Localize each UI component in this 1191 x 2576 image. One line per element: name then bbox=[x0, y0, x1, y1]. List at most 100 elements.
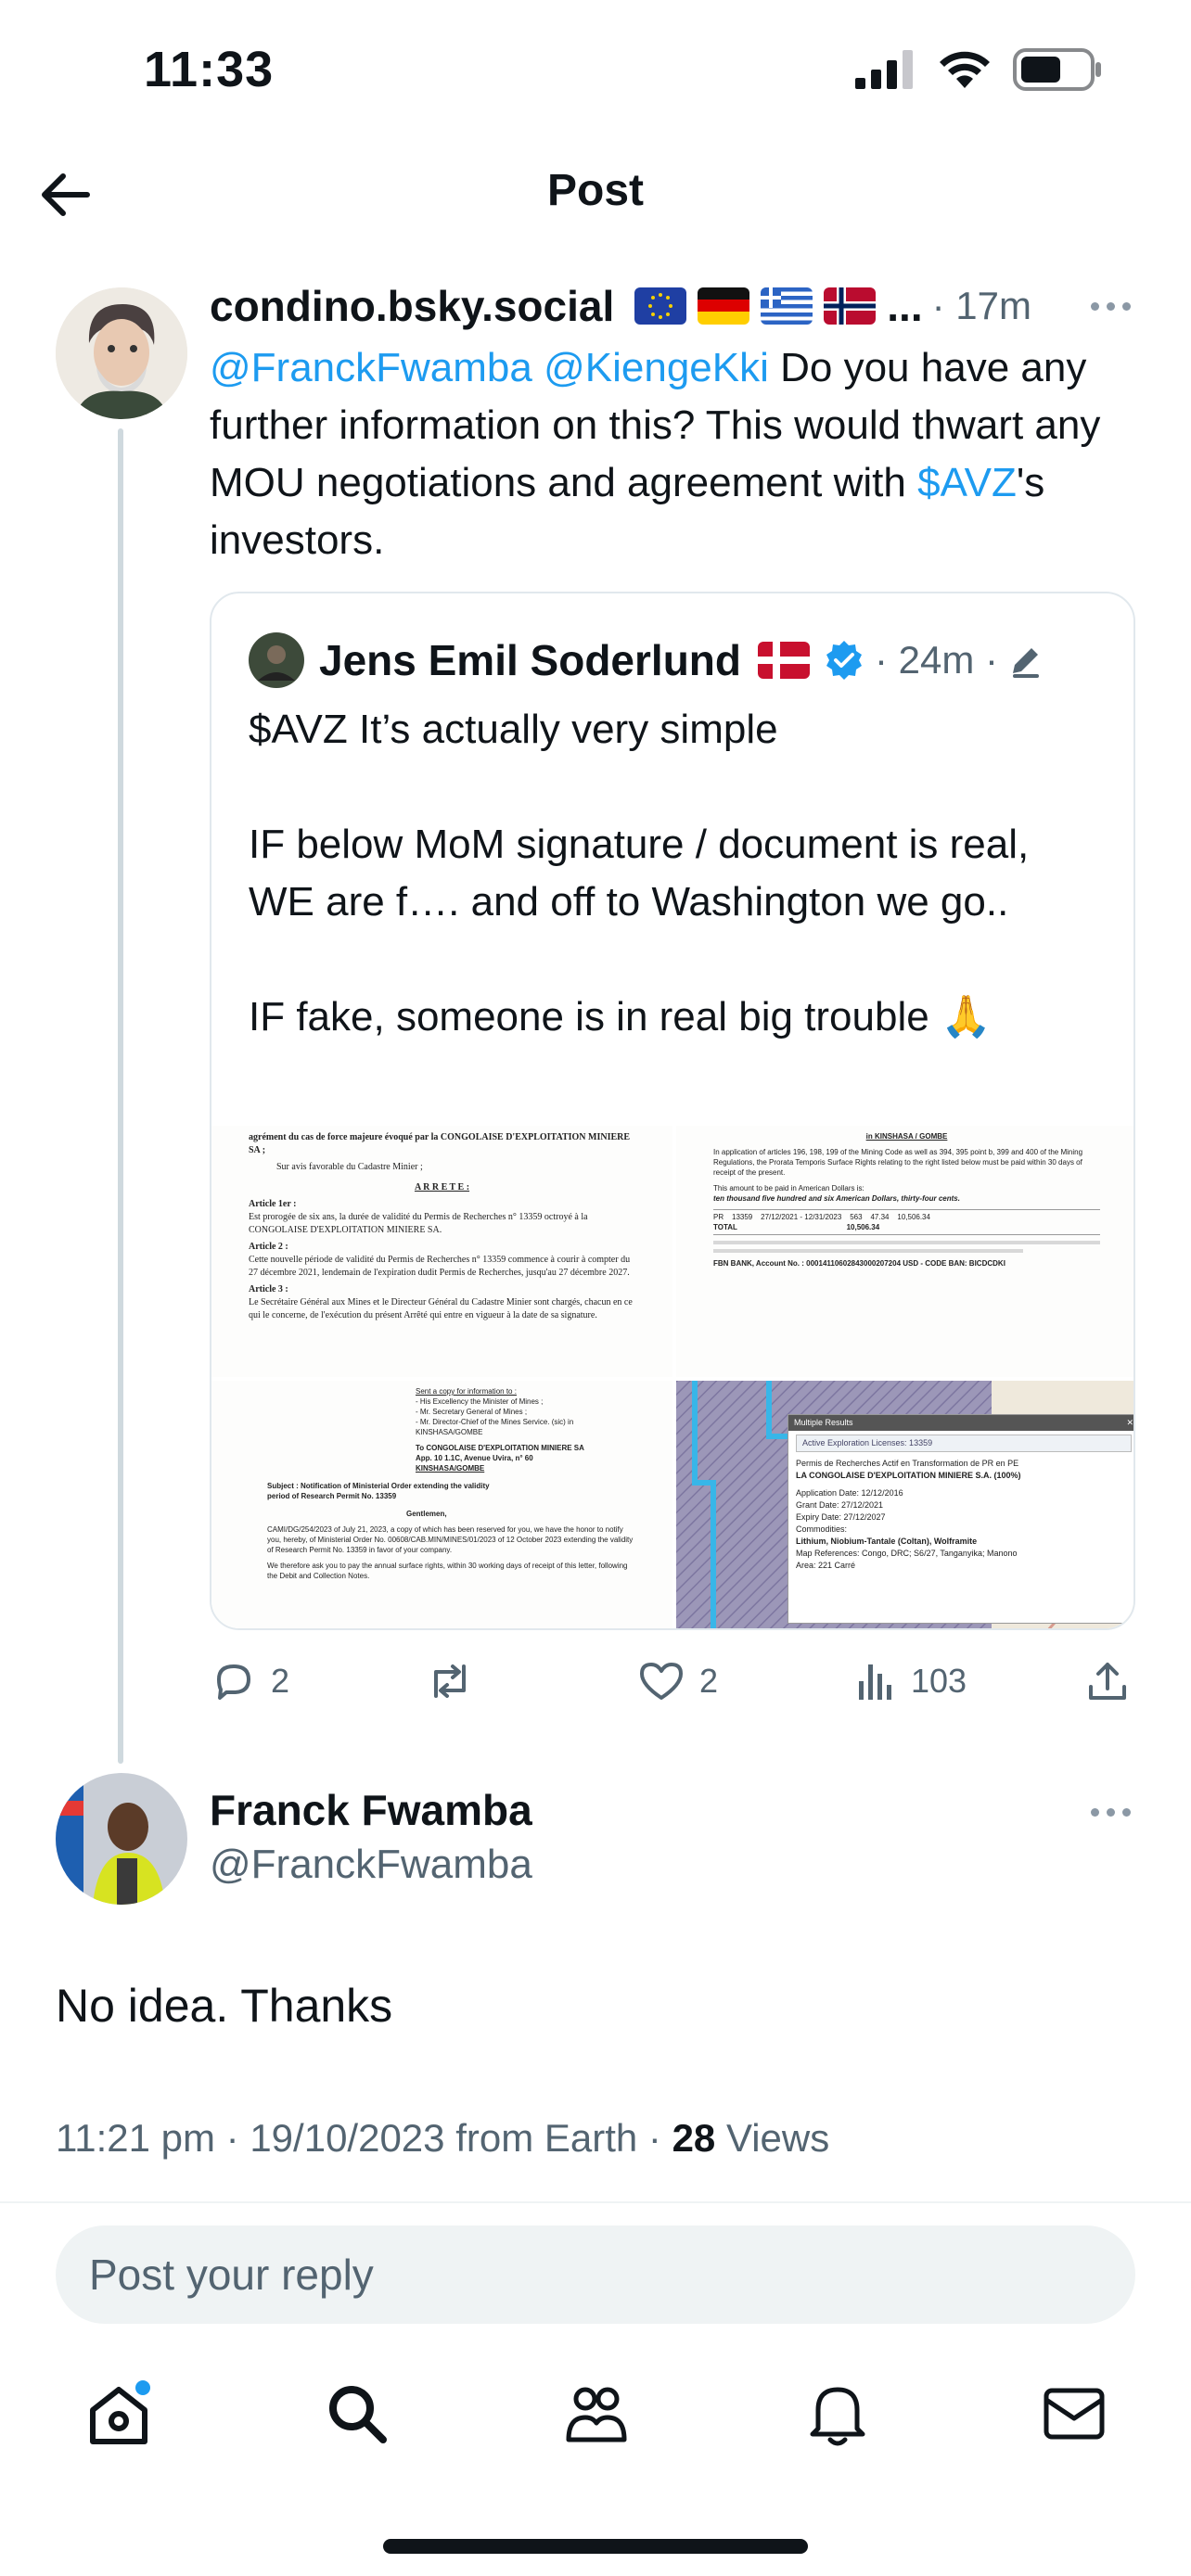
document-image[interactable]: agrément du cas de force majeure évoqué … bbox=[211, 1126, 672, 1377]
map-popup: Multiple Results ✕ Active Exploration Li… bbox=[788, 1414, 1133, 1624]
like-button[interactable]: 2 bbox=[638, 1649, 718, 1714]
media-grid: agrément du cas de force majeure évoqué … bbox=[211, 1126, 1133, 1628]
denmark-flag-icon bbox=[758, 642, 810, 679]
reply-author-name[interactable]: Franck Fwamba bbox=[210, 1785, 532, 1835]
views-number: 28 bbox=[672, 2116, 716, 2160]
share-button[interactable] bbox=[1085, 1649, 1130, 1714]
popup-line: Lithium, Niobium-Tantale (Coltan), Wolfr… bbox=[796, 1537, 978, 1546]
tab-communities[interactable] bbox=[545, 2363, 647, 2465]
thread-line bbox=[118, 428, 123, 1764]
reply-count: 2 bbox=[271, 1662, 290, 1700]
signal-icon bbox=[855, 50, 913, 89]
search-icon bbox=[329, 2386, 387, 2443]
flags-ellipsis: ... bbox=[887, 282, 923, 330]
views-button[interactable]: 103 bbox=[855, 1649, 967, 1714]
doc-line: Sent a copy for information to : bbox=[416, 1387, 517, 1396]
doc-line: Sur avis favorable du Cadastre Minier ; bbox=[276, 1162, 423, 1172]
document-image[interactable]: in KINSHASA / GOMBE In application of ar… bbox=[676, 1126, 1133, 1377]
quote-avatar bbox=[249, 632, 304, 688]
views-icon bbox=[859, 1664, 891, 1700]
mention-link[interactable]: @KiengeKki bbox=[544, 345, 769, 390]
cashtag-link[interactable]: $AVZ bbox=[917, 460, 1017, 505]
reply-text: No idea. Thanks bbox=[56, 1980, 393, 2032]
mention-link[interactable]: @FranckFwamba bbox=[210, 345, 532, 390]
quote-text: $AVZ It’s actually very simple IF below … bbox=[249, 701, 1102, 1046]
doc-line: We therefore ask you to pay the annual s… bbox=[267, 1562, 628, 1580]
more-options-button[interactable] bbox=[1091, 302, 1131, 311]
doc-line: CAMI/DG/254/2023 of July 21, 2023, a cop… bbox=[267, 1525, 634, 1554]
popup-line: Map References: Congo, DRC; S6/27, Tanga… bbox=[796, 1549, 1018, 1558]
repost-icon bbox=[434, 1664, 466, 1698]
doc-line: - His Excellency the Minister of Mines ; bbox=[416, 1397, 544, 1406]
reply-input[interactable] bbox=[89, 2250, 1109, 2300]
license-field: Active Exploration Licenses: 13359 bbox=[796, 1435, 1132, 1452]
tab-search[interactable] bbox=[306, 2363, 408, 2465]
germany-flag-icon bbox=[698, 287, 750, 325]
popup-line: Application Date: 12/12/2016 bbox=[796, 1488, 903, 1498]
verified-icon bbox=[826, 641, 862, 680]
tab-notifications[interactable] bbox=[787, 2363, 889, 2465]
battery-icon bbox=[1013, 48, 1101, 91]
flags bbox=[634, 287, 877, 325]
like-icon bbox=[640, 1663, 683, 1700]
notifications-icon bbox=[810, 2387, 865, 2446]
eu-flag-icon bbox=[634, 287, 687, 325]
post-meta: 11:21 pm · 19/10/2023 from Earth · 28 Vi… bbox=[56, 2116, 829, 2161]
avatar[interactable] bbox=[56, 1773, 187, 1905]
quote-header: Jens Emil Soderlund · 24m · bbox=[249, 631, 1083, 690]
header: Post bbox=[0, 139, 1191, 246]
document-image[interactable]: Sent a copy for information to : - His E… bbox=[211, 1381, 672, 1628]
doc-line: App. 10 1.1C, Avenue Uvira, n° 60 bbox=[416, 1454, 533, 1462]
doc-line: Subject : Notification of Ministerial Or… bbox=[267, 1482, 490, 1500]
popup-line: Expiry Date: 27/12/2027 bbox=[796, 1512, 886, 1522]
page-title: Post bbox=[546, 166, 644, 215]
more-options-button[interactable] bbox=[1091, 1808, 1131, 1817]
tweet-text: @FranckFwamba @KiengeKki Do you have any… bbox=[210, 339, 1137, 569]
status-time: 11:33 bbox=[144, 42, 275, 97]
doc-line: Cette nouvelle période de validité du Pe… bbox=[249, 1255, 631, 1278]
divider bbox=[0, 2201, 1191, 2203]
repost-button[interactable] bbox=[425, 1649, 475, 1714]
views-label: Views bbox=[715, 2116, 830, 2160]
reply-author-handle[interactable]: @FranckFwamba bbox=[210, 1842, 532, 1888]
tab-messages[interactable] bbox=[1023, 2363, 1125, 2465]
quote-time: · 24m · bbox=[875, 638, 999, 682]
avatar[interactable] bbox=[56, 287, 187, 419]
popup-line: Commodities: bbox=[796, 1524, 848, 1534]
post-timestamp: 11:21 pm · 19/10/2023 from Earth · bbox=[56, 2116, 672, 2160]
greece-flag-icon bbox=[761, 287, 813, 325]
reply-composer[interactable] bbox=[56, 2225, 1135, 2324]
home-indicator bbox=[383, 2539, 808, 2554]
doc-line: Est prorogée de six ans, la durée de val… bbox=[249, 1212, 588, 1235]
norway-flag-icon bbox=[824, 287, 877, 325]
doc-line: To CONGOLAISE D'EXPLOITATION MINIERE SA bbox=[416, 1444, 584, 1452]
doc-line: ten thousand five hundred and six Americ… bbox=[713, 1194, 960, 1203]
reply-icon bbox=[217, 1664, 250, 1700]
doc-line: Gentlemen, bbox=[406, 1510, 447, 1518]
doc-line: Le Secrétaire Général aux Mines et le Di… bbox=[249, 1297, 633, 1320]
doc-table-total: TOTAL 10,506.34 bbox=[713, 1223, 880, 1231]
quote-paragraph: IF below MoM signature / document is rea… bbox=[249, 822, 1030, 925]
popup-line: LA CONGOLAISE D'EXPLOITATION MINIERE S.A… bbox=[796, 1471, 1021, 1480]
home-icon bbox=[90, 2380, 150, 2444]
author-handle[interactable]: condino.bsky.social bbox=[210, 281, 614, 331]
doc-article: Article 3 : bbox=[249, 1284, 288, 1294]
popup-title: Multiple Results bbox=[794, 1418, 853, 1427]
popup-close-icon[interactable]: ✕ bbox=[1126, 1417, 1133, 1429]
tab-home[interactable] bbox=[68, 2363, 170, 2465]
status-bar: 11:33 bbox=[0, 0, 1191, 139]
quote-author-name[interactable]: Jens Emil Soderlund bbox=[319, 635, 741, 685]
reply-button[interactable]: 2 bbox=[211, 1649, 289, 1714]
doc-line: agrément du cas de force majeure évoqué … bbox=[249, 1132, 631, 1155]
communities-icon bbox=[566, 2387, 627, 2442]
doc-heading: in KINSHASA / GOMBE bbox=[865, 1132, 948, 1141]
status-icons bbox=[855, 48, 1102, 91]
tab-bar bbox=[0, 2363, 1191, 2465]
doc-line: This amount to be paid in American Dolla… bbox=[713, 1184, 864, 1192]
quoted-post[interactable]: Jens Emil Soderlund · 24m · $AVZ It’s ac… bbox=[210, 592, 1135, 1630]
popup-line: Area: 221 Carré bbox=[796, 1561, 856, 1570]
popup-line: Grant Date: 27/12/2021 bbox=[796, 1500, 884, 1510]
doc-line: In application of articles 196, 198, 199… bbox=[713, 1148, 1083, 1177]
doc-line: FBN BANK, Account No. : 0001411060284300… bbox=[713, 1259, 1005, 1268]
map-image[interactable]: Multiple Results ✕ Active Exploration Li… bbox=[676, 1381, 1133, 1628]
